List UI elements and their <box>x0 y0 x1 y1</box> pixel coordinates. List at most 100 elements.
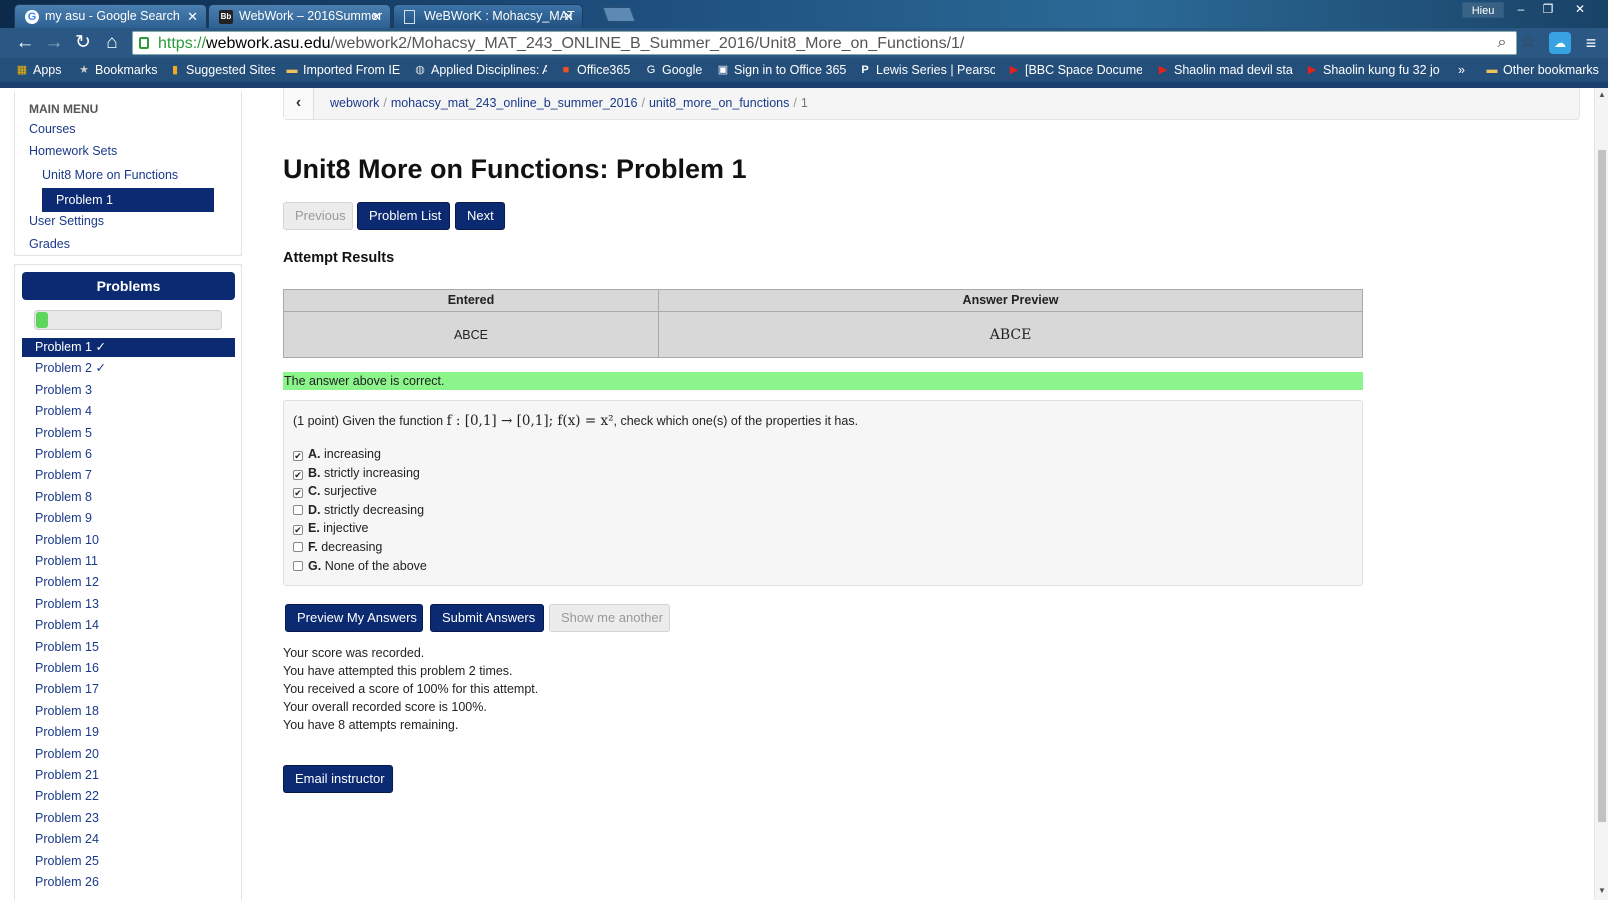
close-tab-icon[interactable]: ✕ <box>371 5 382 28</box>
problem-list-item[interactable]: Problem 11 <box>22 552 235 571</box>
bookmark-bbc-space[interactable]: ▶ [BBC Space Documen <box>1007 61 1142 79</box>
sidebar-link-courses[interactable]: Courses <box>29 122 76 136</box>
problem-list-item[interactable]: Problem 9 <box>22 509 235 528</box>
bookmark-suggested-sites[interactable]: ▮ Suggested Sites <box>168 61 275 79</box>
star-bookmark-icon[interactable]: ☆ <box>1517 32 1539 54</box>
answer-choice[interactable]: ✔ A. increasing <box>293 446 381 463</box>
problem-list-item[interactable]: Problem 7 <box>22 466 235 485</box>
problem-list-item[interactable]: Problem 17 <box>22 680 235 699</box>
bookmark-other-bookmarks[interactable]: ▬ Other bookmarks <box>1485 61 1603 79</box>
scrollbar-thumb[interactable] <box>1598 150 1606 822</box>
checkbox-checked[interactable]: ✔ <box>293 488 303 499</box>
chevron-left-icon[interactable]: ‹ <box>284 88 314 119</box>
search-icon[interactable]: ⌕ <box>1491 32 1513 54</box>
bookmark-shaolin-devil[interactable]: ▶ Shaolin mad devil sta <box>1156 61 1294 79</box>
problem-list-item[interactable]: Problem 1 ✓ <box>22 338 235 357</box>
bookmark-apps[interactable]: ▦ Apps <box>15 61 75 79</box>
folder-icon: ▬ <box>1486 64 1498 76</box>
bookmarks-overflow-button[interactable]: » <box>1458 61 1476 79</box>
show-me-another-button[interactable]: Show me another <box>549 604 670 632</box>
sidebar-link-unit8[interactable]: Unit8 More on Functions <box>42 168 178 182</box>
problem-list-item[interactable]: Problem 16 <box>22 659 235 678</box>
home-icon[interactable]: ⌂ <box>100 31 124 55</box>
problem-list-item[interactable]: Problem 20 <box>22 745 235 764</box>
window-close-icon[interactable]: ✕ <box>1569 0 1591 18</box>
checkbox-checked[interactable]: ✔ <box>293 469 303 480</box>
problem-list-item[interactable]: Problem 26 <box>22 873 235 892</box>
browser-tab-webwork-active[interactable]: WeBWorK : Mohacsy_MAT ✕ <box>393 4 583 28</box>
window-user-badge[interactable]: Hieu <box>1462 2 1504 18</box>
sidebar-link-user-settings[interactable]: User Settings <box>29 214 104 228</box>
bookmark-lewis-series[interactable]: P Lewis Series | Pearson <box>858 61 995 79</box>
back-arrow-icon[interactable]: ← <box>13 31 37 55</box>
browser-tab-google-search[interactable]: G my asu - Google Search ✕ <box>14 4 207 28</box>
sidebar-link-homework-sets[interactable]: Homework Sets <box>29 144 117 158</box>
checkbox-unchecked[interactable] <box>293 542 303 552</box>
problem-list-item[interactable]: Problem 4 <box>22 402 235 421</box>
new-tab-button[interactable] <box>602 7 636 22</box>
checkbox-unchecked[interactable] <box>293 504 303 515</box>
problem-list-item[interactable]: Problem 6 <box>22 445 235 464</box>
checkbox-unchecked[interactable] <box>293 560 303 571</box>
problem-list-item[interactable]: Problem 2 ✓ <box>22 359 235 378</box>
breadcrumb-item-webwork[interactable]: webwork <box>330 96 379 110</box>
scroll-down-icon[interactable]: ▼ <box>1597 886 1607 896</box>
sidebar-link-grades[interactable]: Grades <box>29 237 70 251</box>
minimize-icon[interactable]: – <box>1510 0 1532 18</box>
problem-list-item[interactable]: Problem 12 <box>22 573 235 592</box>
forward-arrow-icon[interactable]: → <box>42 31 66 55</box>
sidebar-link-problem-1[interactable]: Problem 1 <box>42 188 214 212</box>
page-scrollbar[interactable]: ▲ ▼ <box>1594 88 1608 900</box>
browser-tab-webwork-summer[interactable]: Bb WebWork – 2016Summer ✕ <box>208 4 391 28</box>
cloud-extension-icon[interactable]: ☁ <box>1549 32 1571 54</box>
preview-answers-button[interactable]: Preview My Answers <box>285 604 423 632</box>
close-tab-icon[interactable]: ✕ <box>187 5 198 28</box>
problem-list-item[interactable]: Problem 22 <box>22 787 235 806</box>
previous-button[interactable]: Previous <box>283 202 353 230</box>
problem-body: (1 point) Given the function f : [0,1] →… <box>283 400 1363 586</box>
bookmark-bookmarks[interactable]: ★ Bookmarks <box>77 61 160 79</box>
checkbox-checked[interactable]: ✔ <box>293 451 303 461</box>
problem-list-item[interactable]: Problem 10 <box>22 531 235 550</box>
problem-list-item[interactable]: Problem 19 <box>22 723 235 742</box>
bookmark-imported-from-ie[interactable]: ▬ Imported From IE <box>285 61 401 79</box>
answer-choice[interactable]: ✔ B. strictly increasing <box>293 465 420 482</box>
problem-list-item[interactable]: Problem 14 <box>22 616 235 635</box>
breadcrumb-item-set[interactable]: unit8_more_on_functions <box>649 96 789 110</box>
bookmark-google[interactable]: G Google <box>644 61 706 79</box>
answer-choice[interactable]: F. decreasing <box>293 539 382 556</box>
problem-list-item[interactable]: Problem 15 <box>22 638 235 657</box>
problem-list-item[interactable]: Problem 21 <box>22 766 235 785</box>
problem-list-item[interactable]: Problem 25 <box>22 852 235 871</box>
answer-choice[interactable]: ✔ E. injective <box>293 520 368 537</box>
bookmark-sign-in-office365[interactable]: ▣ Sign in to Office 365 <box>716 61 850 79</box>
problem-list-item[interactable]: Problem 13 <box>22 595 235 614</box>
checkbox-checked[interactable]: ✔ <box>293 525 303 536</box>
problem-list-item[interactable]: Problem 5 <box>22 424 235 443</box>
submit-answers-button[interactable]: Submit Answers <box>430 604 544 632</box>
suggested-sites-icon: ▮ <box>171 64 179 76</box>
problem-list-item[interactable]: Problem 23 <box>22 809 235 828</box>
email-instructor-button[interactable]: Email instructor <box>283 765 393 793</box>
problem-list-item[interactable]: Problem 18 <box>22 702 235 721</box>
close-tab-icon[interactable]: ✕ <box>563 5 574 28</box>
scroll-up-icon[interactable]: ▲ <box>1597 90 1607 100</box>
answer-choice[interactable]: G. None of the above <box>293 558 427 575</box>
problem-list-item[interactable]: Problem 24 <box>22 830 235 849</box>
bookmark-applied-disciplines[interactable]: ◍ Applied Disciplines: A <box>413 61 547 79</box>
bookmark-shaolin-kung-fu[interactable]: ▶ Shaolin kung fu 32 jo <box>1305 61 1441 79</box>
problem-list-button[interactable]: Problem List <box>357 202 450 230</box>
address-bar[interactable]: https://webwork.asu.edu/webwork2/Mohacsy… <box>132 31 1517 55</box>
youtube-icon: ▶ <box>1009 64 1019 76</box>
reload-icon[interactable]: ↻ <box>71 31 95 55</box>
menu-icon[interactable]: ≡ <box>1581 31 1601 55</box>
answer-choice[interactable]: ✔ C. surjective <box>293 483 377 500</box>
next-button[interactable]: Next <box>455 202 505 230</box>
bookmark-office365[interactable]: ■ Office365 <box>559 61 634 79</box>
results-header-entered: Entered <box>284 290 658 312</box>
breadcrumb-item-course[interactable]: mohacsy_mat_243_online_b_summer_2016 <box>391 96 638 110</box>
problem-list-item[interactable]: Problem 8 <box>22 488 235 507</box>
answer-choice[interactable]: D. strictly decreasing <box>293 502 424 519</box>
restore-icon[interactable]: ❐ <box>1537 0 1559 18</box>
problem-list-item[interactable]: Problem 3 <box>22 381 235 400</box>
